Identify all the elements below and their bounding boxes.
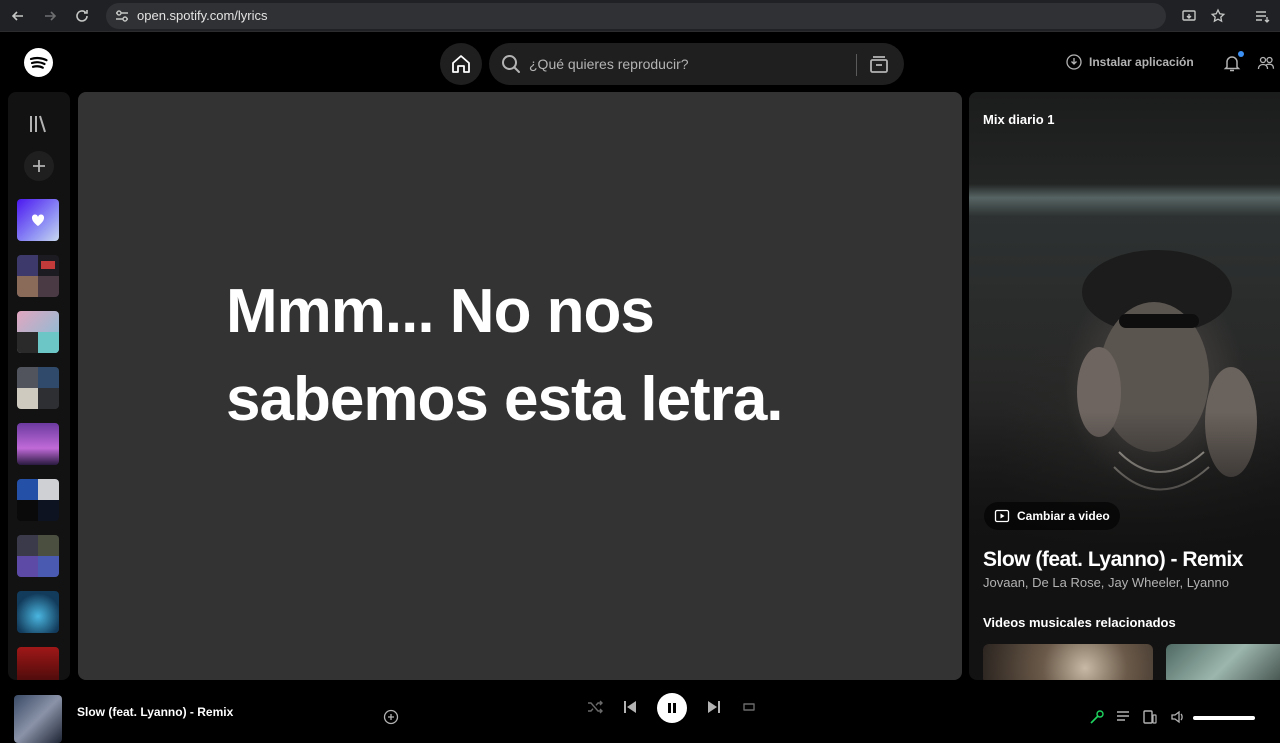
related-videos-heading: Videos musicales relacionados <box>983 615 1176 630</box>
home-icon <box>452 55 470 73</box>
player-bar: Slow (feat. Lyanno) - Remix <box>0 688 1280 743</box>
browser-toolbar: open.spotify.com/lyrics <box>0 0 1280 32</box>
reading-list-icon[interactable] <box>1252 6 1272 26</box>
friend-activity-icon[interactable] <box>1257 54 1275 72</box>
reload-icon[interactable] <box>72 6 92 26</box>
pause-button[interactable] <box>657 693 687 723</box>
volume-icon[interactable] <box>1170 710 1186 724</box>
library-sidebar <box>8 92 70 680</box>
playlist-thumbnail[interactable] <box>17 647 59 680</box>
artist-video-canvas <box>969 92 1280 552</box>
search-bar <box>489 43 904 85</box>
forward-arrow-icon[interactable] <box>40 6 60 26</box>
song-title[interactable]: Slow (feat. Lyanno) - Remix <box>983 548 1243 572</box>
song-artists[interactable]: Jovaan, De La Rose, Jay Wheeler, Lyanno <box>983 575 1229 590</box>
home-button[interactable] <box>440 43 482 85</box>
lyrics-panel: Mmm... No nos sabemos esta letra. <box>78 92 962 680</box>
install-app-icon[interactable] <box>1179 6 1199 26</box>
related-video-thumbnail[interactable] <box>983 644 1153 680</box>
previous-track-icon[interactable] <box>621 698 639 716</box>
browse-icon[interactable] <box>869 54 889 74</box>
top-navigation: Instalar aplicación <box>0 32 1280 92</box>
playlist-thumbnail[interactable] <box>17 591 59 633</box>
playlist-thumbnail[interactable] <box>17 423 59 465</box>
context-title: Mix diario 1 <box>983 112 1055 127</box>
site-settings-icon[interactable] <box>114 8 130 24</box>
queue-icon[interactable] <box>1115 710 1131 724</box>
back-arrow-icon[interactable] <box>8 6 28 26</box>
playlist-thumbnail[interactable] <box>17 535 59 577</box>
microphone-lyrics-icon[interactable] <box>1089 710 1105 724</box>
search-input[interactable] <box>529 43 849 85</box>
url-text: open.spotify.com/lyrics <box>137 8 268 23</box>
video-play-icon <box>994 509 1010 523</box>
install-app-label: Instalar aplicación <box>1089 55 1194 69</box>
shuffle-icon[interactable] <box>586 698 604 716</box>
search-divider <box>856 54 857 76</box>
now-playing-cover[interactable] <box>14 695 62 743</box>
playlist-thumbnail[interactable] <box>17 367 59 409</box>
playlist-thumbnail[interactable] <box>17 311 59 353</box>
bookmark-star-icon[interactable] <box>1208 6 1228 26</box>
connect-device-icon[interactable] <box>1142 710 1158 724</box>
plus-icon <box>33 160 45 172</box>
download-circle-icon <box>1066 54 1082 70</box>
switch-to-video-button[interactable]: Cambiar a video <box>984 502 1120 530</box>
liked-songs-thumbnail[interactable] <box>17 199 59 241</box>
heart-icon <box>31 214 45 226</box>
create-playlist-button[interactable] <box>24 151 54 181</box>
next-track-icon[interactable] <box>705 698 723 716</box>
switch-to-video-label: Cambiar a video <box>1017 509 1110 523</box>
playlist-thumbnail[interactable] <box>17 255 59 297</box>
now-playing-title[interactable]: Slow (feat. Lyanno) - Remix <box>77 705 233 719</box>
install-app-link[interactable]: Instalar aplicación <box>1066 54 1194 70</box>
address-bar[interactable]: open.spotify.com/lyrics <box>106 3 1166 29</box>
lyrics-unavailable-message: Mmm... No nos sabemos esta letra. <box>226 277 784 434</box>
search-icon[interactable] <box>500 53 522 75</box>
pause-icon <box>668 703 676 713</box>
add-to-library-icon[interactable] <box>383 709 399 725</box>
volume-slider[interactable] <box>1193 716 1255 720</box>
library-icon[interactable] <box>27 113 49 135</box>
now-playing-view: Mix diario 1 Cambiar a video Slow (feat.… <box>969 92 1280 680</box>
repeat-icon[interactable] <box>740 698 758 716</box>
notification-badge <box>1238 51 1244 57</box>
spotify-logo-icon[interactable] <box>24 48 53 77</box>
video-gradient-overlay <box>969 412 1280 552</box>
playlist-thumbnail[interactable] <box>17 479 59 521</box>
related-video-thumbnail[interactable] <box>1166 644 1280 680</box>
